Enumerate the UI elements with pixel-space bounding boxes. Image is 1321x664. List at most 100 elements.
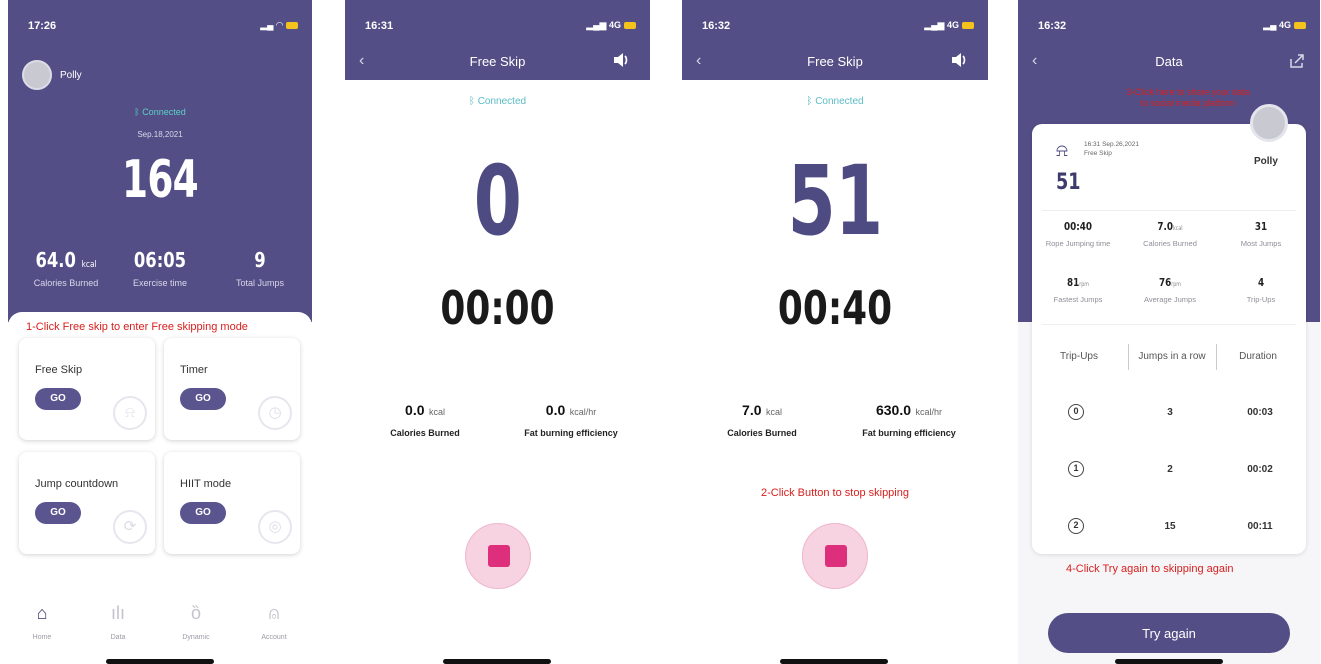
metric-average-jumps: 76rpm Average Jumps bbox=[1144, 276, 1196, 304]
metric-trip-ups: 4 Trip-Ups bbox=[1246, 276, 1276, 304]
table-header-duration: Duration bbox=[1239, 351, 1277, 362]
tab-home[interactable]: ⌂ Home bbox=[12, 602, 72, 641]
home-indicator bbox=[780, 659, 888, 664]
instruction-note-2: 2-Click Button to stop skipping bbox=[761, 487, 909, 499]
home-icon: ⌂ bbox=[36, 603, 48, 623]
bluetooth-icon: ᛒ bbox=[806, 96, 813, 107]
hiit-icon: ◎ bbox=[258, 510, 292, 544]
elapsed-timer: 00:40 bbox=[777, 281, 893, 335]
divider bbox=[1216, 344, 1217, 370]
bar-chart-icon: ılı bbox=[110, 603, 125, 623]
mode-title: Jump countdown bbox=[35, 478, 119, 490]
metric-fastest-jumps: 81rpm Fastest Jumps bbox=[1053, 276, 1103, 304]
home-indicator bbox=[106, 659, 214, 664]
timer-icon: ◷ bbox=[258, 396, 292, 430]
home-indicator bbox=[443, 659, 551, 664]
efficiency-stat: 0.0 kcal/hr Fat burning efficiency bbox=[524, 402, 618, 438]
jump-countdown-go-button[interactable]: GO bbox=[35, 502, 81, 524]
battery-icon bbox=[962, 22, 974, 30]
share-icon[interactable] bbox=[1288, 52, 1306, 70]
jump-count: 51 bbox=[787, 145, 883, 257]
metric-jump-time: 00:40 Rope Jumping time bbox=[1045, 220, 1111, 248]
elapsed-timer: 00:00 bbox=[440, 281, 555, 335]
battery-icon bbox=[286, 22, 298, 30]
status-time: 16:32 bbox=[1038, 20, 1067, 32]
bluetooth-icon: ᛒ bbox=[134, 107, 140, 117]
try-again-button[interactable]: Try again bbox=[1048, 613, 1290, 653]
user-name: Polly bbox=[60, 70, 82, 81]
stop-square-icon bbox=[488, 545, 510, 567]
calories-stat: 7.0 kcal Calories Burned bbox=[727, 402, 797, 438]
tab-data[interactable]: ılı Data bbox=[88, 602, 148, 641]
battery-icon bbox=[624, 22, 636, 30]
home-screen: 17:26 ▂▄ ◠ Polly ᛒ Connected Sep.18,2021… bbox=[8, 0, 312, 664]
mode-title: Timer bbox=[180, 364, 208, 376]
battery-icon bbox=[1294, 22, 1306, 30]
data-result-screen: 16:32 ▂▄ 4G ‹ Data 3-Click here to share… bbox=[1018, 0, 1320, 664]
efficiency-stat: 630.0 kcal/hr Fat burning efficiency bbox=[862, 402, 956, 438]
speaker-icon[interactable] bbox=[950, 51, 968, 69]
home-indicator bbox=[1115, 659, 1223, 664]
mode-card-timer[interactable]: Timer GO ◷ bbox=[164, 338, 300, 440]
metric-calories: 7.0kcal Calories Burned bbox=[1143, 220, 1197, 248]
metric-most-jumps: 31 Most Jumps bbox=[1240, 220, 1282, 248]
stop-button[interactable] bbox=[465, 523, 531, 589]
status-icons: ▂▄▆ 4G bbox=[924, 20, 974, 31]
table-row: 1 2 00:02 bbox=[1032, 461, 1306, 483]
total-count: 164 bbox=[121, 150, 199, 210]
table-header-trip-ups: Trip-Ups bbox=[1060, 351, 1098, 362]
mode-card-jump-countdown[interactable]: Jump countdown GO ⟳ bbox=[19, 452, 155, 554]
table-row: 0 3 00:03 bbox=[1032, 404, 1306, 426]
free-skip-running-screen: 16:32 ▂▄▆ 4G ‹ Free Skip ᛒ Connected 51 … bbox=[682, 0, 988, 664]
user-name: Polly bbox=[1254, 156, 1278, 167]
status-icons: ▂▄ 4G bbox=[1263, 20, 1306, 31]
speaker-icon[interactable] bbox=[612, 51, 630, 69]
medal-icon: ȍ bbox=[190, 603, 201, 623]
countdown-icon: ⟳ bbox=[113, 510, 147, 544]
avatar bbox=[1250, 104, 1288, 142]
skip-rope-icon: ⍾ bbox=[113, 396, 147, 430]
connection-status: ᛒ Connected bbox=[468, 96, 527, 107]
page-title: Data bbox=[1155, 54, 1183, 69]
skip-rope-icon: ⍾ bbox=[1056, 140, 1068, 160]
session-date: Sep.18,2021 bbox=[137, 130, 183, 139]
stop-button[interactable] bbox=[802, 523, 868, 589]
tab-dynamic[interactable]: ȍ Dynamic bbox=[166, 602, 226, 641]
divider bbox=[1042, 324, 1296, 325]
session-info: 16:31 Sep.26,2021 Free Skip bbox=[1084, 141, 1139, 157]
avatar[interactable] bbox=[22, 60, 52, 90]
tab-account[interactable]: ⍝ Account bbox=[244, 602, 304, 641]
instruction-note-1: 1-Click Free skip to enter Free skipping… bbox=[26, 321, 248, 333]
free-skip-idle-screen: 16:31 ▂▄▆ 4G ‹ Free Skip ᛒ Connected 0 0… bbox=[345, 0, 650, 664]
instruction-note-4: 4-Click Try again to skipping again bbox=[1066, 563, 1234, 575]
table-header-jumps-in-row: Jumps in a row bbox=[1138, 351, 1206, 362]
page-title: Free Skip bbox=[469, 54, 526, 69]
status-time: 16:31 bbox=[365, 20, 394, 32]
stat-total-jumps: 9 Total Jumps bbox=[235, 248, 285, 288]
person-icon: ⍝ bbox=[268, 603, 280, 623]
bluetooth-icon: ᛒ bbox=[468, 96, 475, 107]
table-row: 2 15 00:11 bbox=[1032, 518, 1306, 540]
mode-card-hiit[interactable]: HIIT mode GO ◎ bbox=[164, 452, 300, 554]
instruction-note-3: 3-Click here to share your data to socia… bbox=[1126, 87, 1250, 108]
hiit-go-button[interactable]: GO bbox=[180, 502, 226, 524]
divider bbox=[1042, 210, 1296, 211]
status-time: 17:26 bbox=[28, 20, 57, 32]
timer-go-button[interactable]: GO bbox=[180, 388, 226, 410]
status-icons: ▂▄ ◠ bbox=[260, 20, 298, 31]
mode-card-free-skip[interactable]: Free Skip GO ⍾ bbox=[19, 338, 155, 440]
free-skip-go-button[interactable]: GO bbox=[35, 388, 81, 410]
stat-calories: 64.0 kcal Calories Burned bbox=[33, 248, 99, 288]
stat-exercise-time: 06:05 Exercise time bbox=[132, 248, 187, 288]
stop-square-icon bbox=[825, 545, 847, 567]
calories-stat: 0.0 kcal Calories Burned bbox=[390, 402, 460, 438]
mode-title: Free Skip bbox=[35, 364, 83, 376]
status-icons: ▂▄▆ 4G bbox=[586, 20, 636, 31]
jump-count: 0 bbox=[473, 145, 522, 257]
result-card: Polly ⍾ 16:31 Sep.26,2021 Free Skip 51 0… bbox=[1032, 104, 1306, 554]
page-title: Free Skip bbox=[807, 54, 863, 69]
mode-title: HIIT mode bbox=[180, 478, 232, 490]
connection-status: ᛒ Connected bbox=[806, 96, 864, 107]
status-time: 16:32 bbox=[702, 20, 731, 32]
connection-status: ᛒ Connected bbox=[134, 107, 186, 117]
